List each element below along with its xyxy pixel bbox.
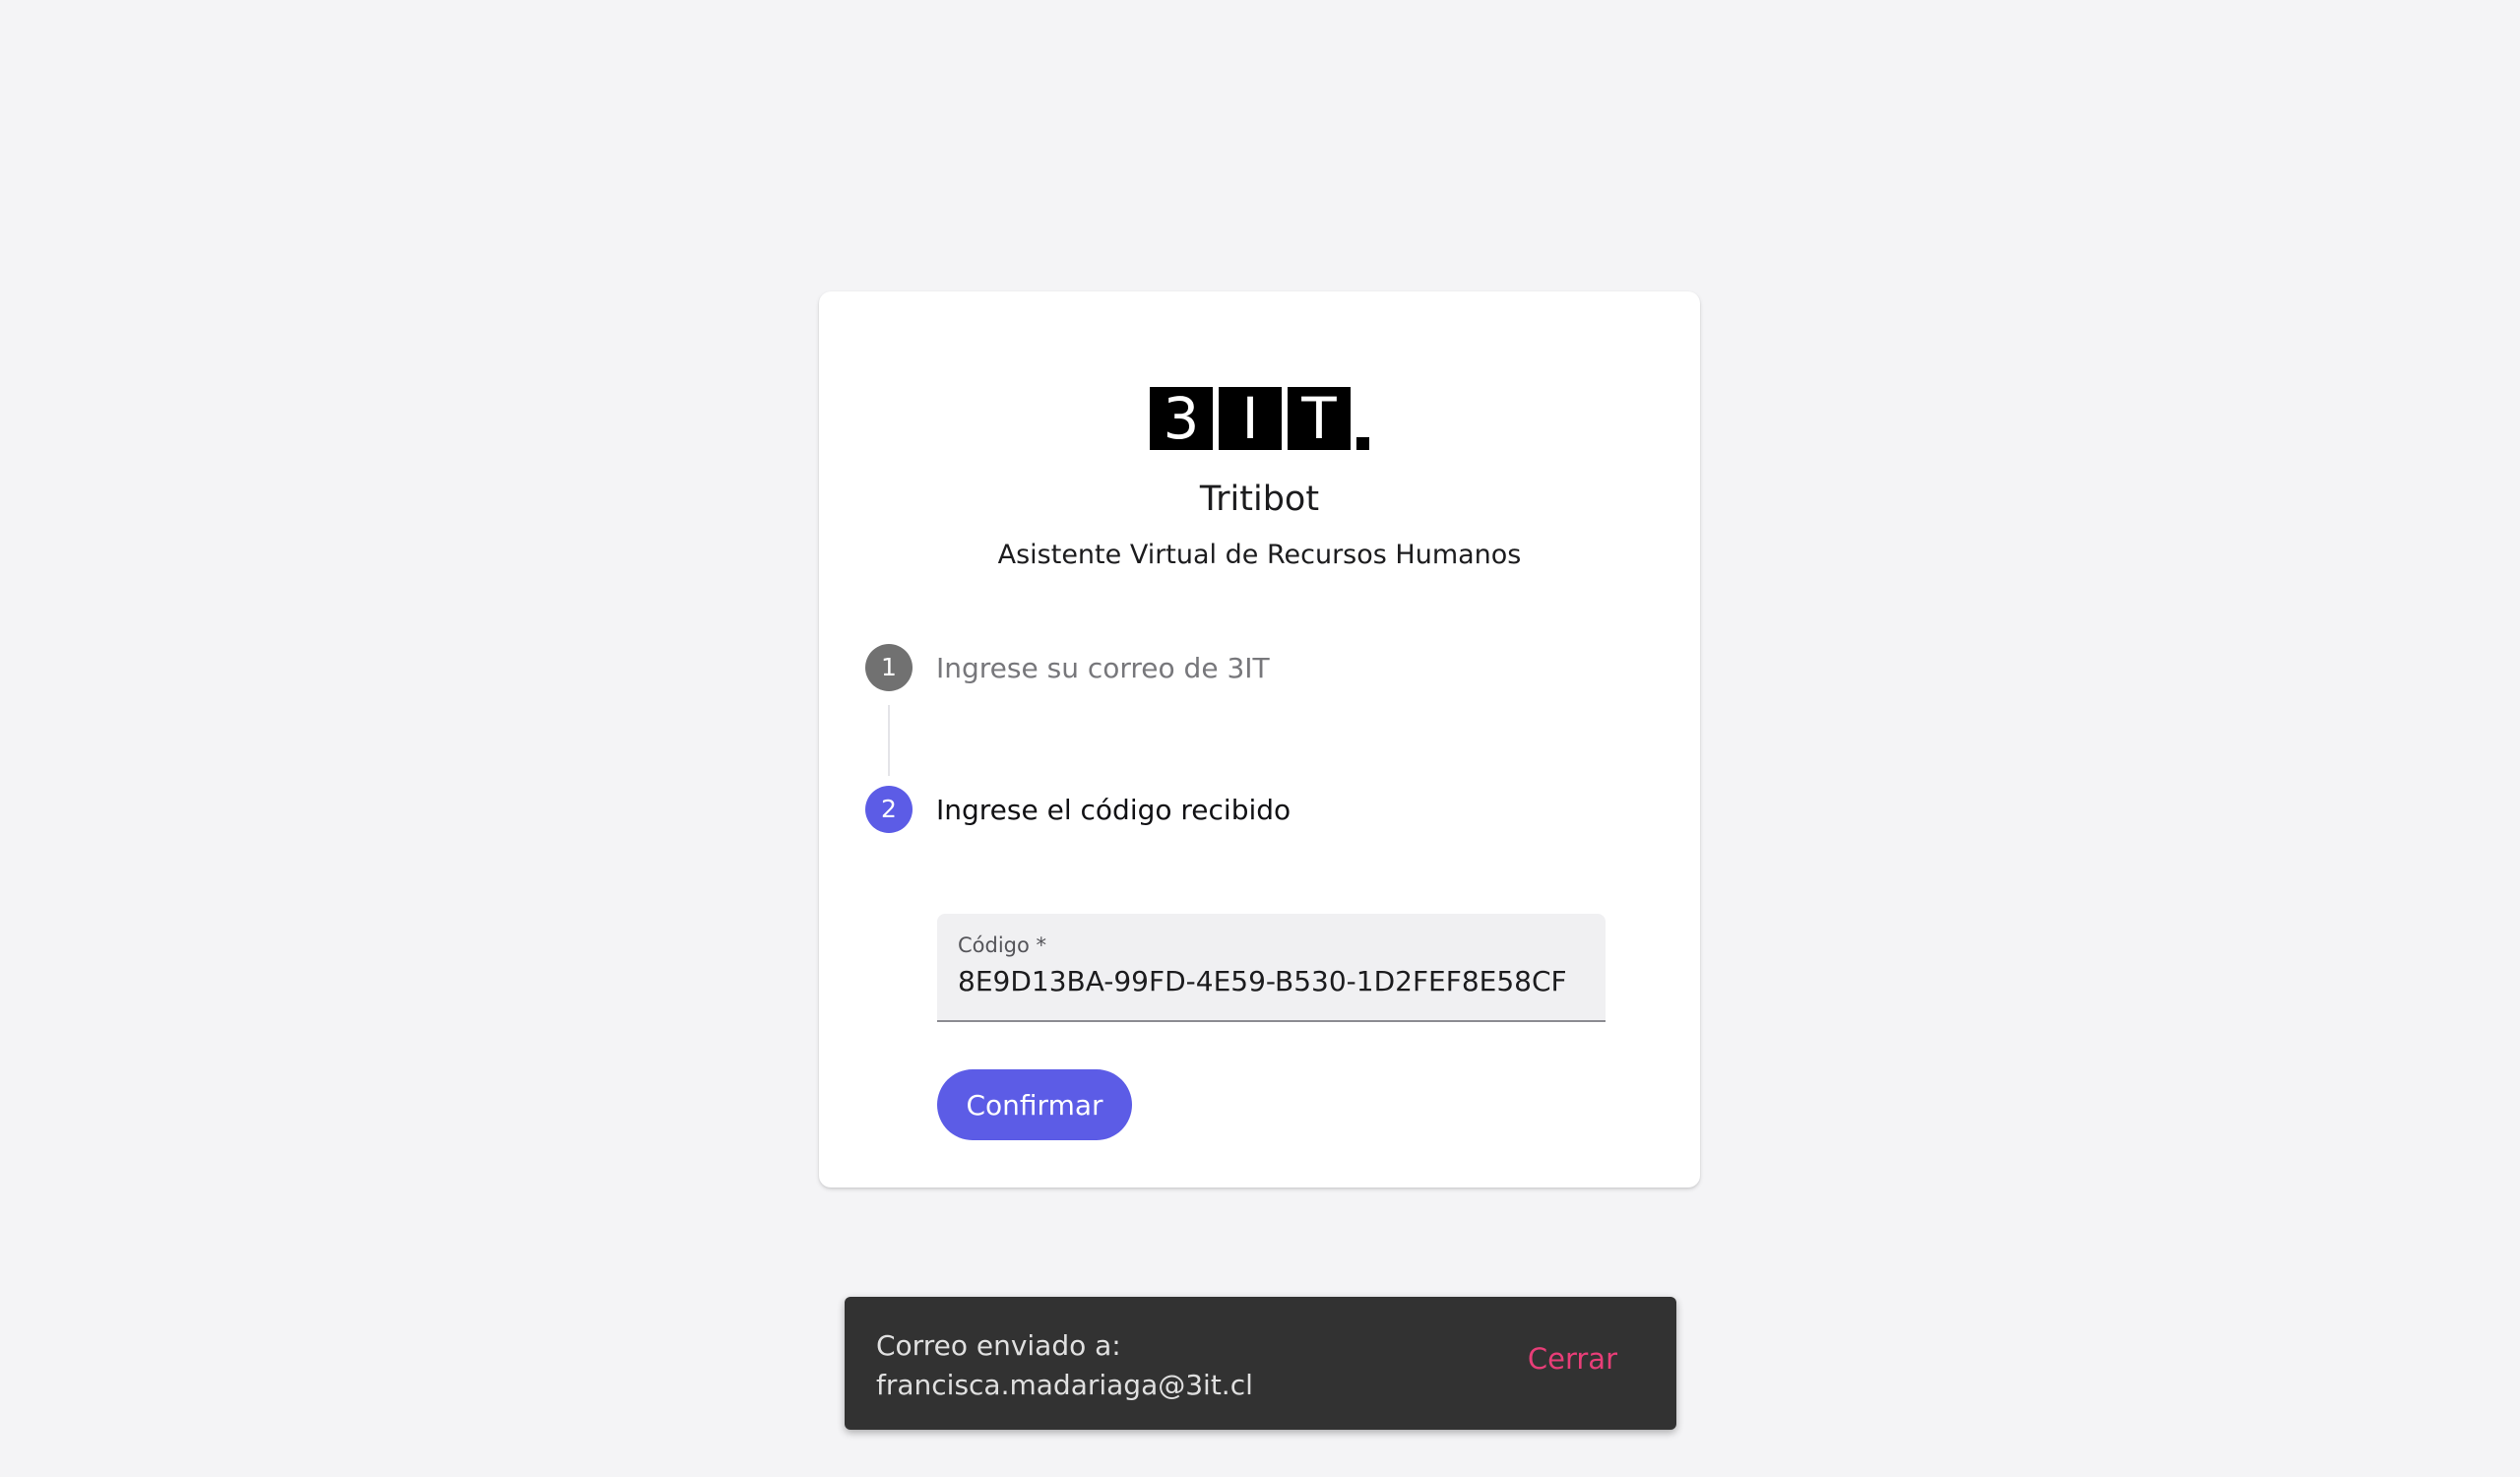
snackbar-message-email: francisca.madariaga@3it.cl <box>876 1369 1253 1401</box>
logo-letter-3: 3 <box>1150 387 1213 450</box>
app-subtitle: Asistente Virtual de Recursos Humanos <box>997 540 1522 570</box>
snackbar-close-button[interactable]: Cerrar <box>1528 1342 1617 1376</box>
code-field[interactable]: Código * <box>937 914 1606 1022</box>
step-label: Ingrese el código recibido <box>936 793 1292 826</box>
code-input[interactable] <box>958 965 1588 997</box>
confirm-button[interactable]: Confirmar <box>937 1069 1132 1140</box>
step-code[interactable]: 2 Ingrese el código recibido <box>865 786 1291 833</box>
step-email[interactable]: 1 Ingrese su correo de 3IT <box>865 644 1270 691</box>
snackbar-notification: Correo enviado a: francisca.madariaga@3i… <box>845 1297 1676 1430</box>
company-logo: 3 I T <box>1150 386 1369 450</box>
step-number-badge: 1 <box>865 644 913 691</box>
step-number-badge: 2 <box>865 786 913 833</box>
snackbar-message-line1: Correo enviado a: <box>876 1329 1121 1362</box>
logo-dot <box>1356 437 1369 450</box>
app-title: Tritibot <box>1199 480 1320 519</box>
step-connector <box>888 705 890 776</box>
logo-letter-i: I <box>1219 387 1282 450</box>
snackbar-message: Correo enviado a: francisca.madariaga@3i… <box>876 1326 1253 1405</box>
logo-letter-t: T <box>1288 387 1351 450</box>
code-field-label: Código * <box>958 933 1047 957</box>
login-card: 3 I T Tritibot Asistente Virtual de Recu… <box>819 291 1700 1188</box>
step-label: Ingrese su correo de 3IT <box>936 651 1270 684</box>
